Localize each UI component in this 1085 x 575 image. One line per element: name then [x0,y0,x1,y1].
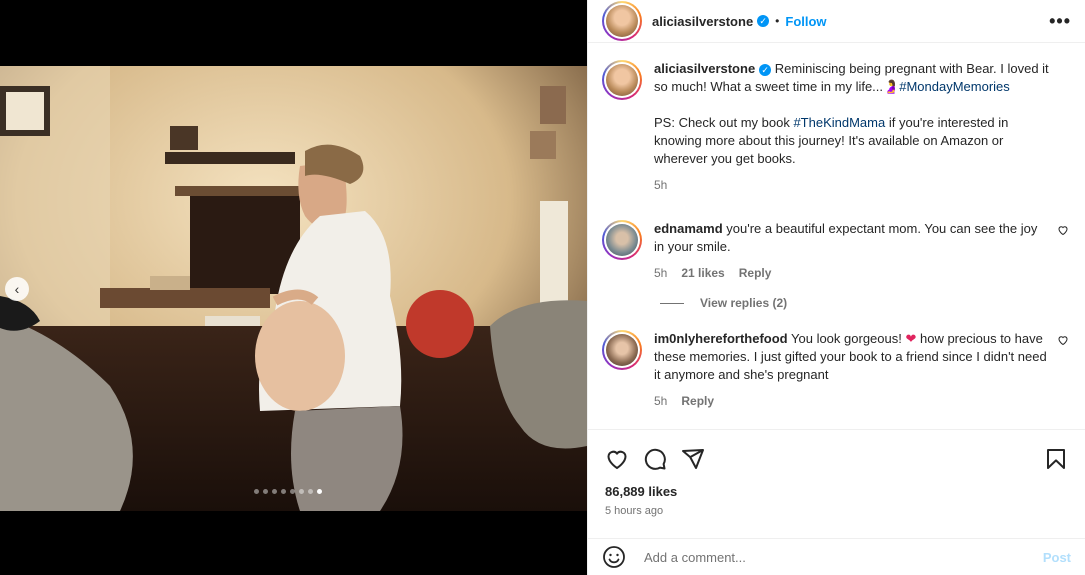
view-replies-button[interactable]: View replies (2) [660,296,1071,310]
comment-body: ednamamd you're a beautiful expectant mo… [654,220,1071,282]
caption-text-2: PS: Check out my book [654,115,794,130]
carousel-dot [281,489,286,494]
comment-bubble-icon[interactable] [640,444,670,474]
post-side-panel: aliciasilverstone ✓ • Follow ••• alicias… [587,0,1085,575]
chevron-left-icon: ‹ [14,281,20,297]
add-comment-bar: Post [588,538,1085,575]
like-comment-heart-icon[interactable] [1057,224,1069,239]
post-comment-button[interactable]: Post [1043,550,1071,565]
commenter-avatar[interactable] [602,220,642,260]
view-replies-label: View replies (2) [700,296,788,310]
like-count[interactable]: 86,889 likes [605,484,677,499]
reply-button[interactable]: Reply [681,392,714,410]
emoji-smiley-icon[interactable] [602,545,626,569]
comment-time[interactable]: 5h [654,264,667,282]
caption-meta: 5h [654,176,1049,194]
comment-likes[interactable]: 21 likes [681,264,724,282]
commenter-avatar[interactable] [602,330,642,370]
instagram-post-modal: ‹ aliciasilverstone ✓ • Follow ••• alici… [0,0,1085,575]
caption-body: aliciasilverstone ✓ Reminiscing being pre… [654,60,1071,194]
comment-meta: 5h Reply [654,392,1049,410]
carousel-dot [254,489,259,494]
comment-body: im0nlyhereforthefood You look gorgeous! … [654,330,1071,410]
carousel-dot [308,489,313,494]
post-header: aliciasilverstone ✓ • Follow ••• [588,0,1085,43]
previous-photo-button[interactable]: ‹ [5,277,29,301]
carousel-dot [317,489,322,494]
reply-button[interactable]: Reply [739,264,772,282]
save-bookmark-icon[interactable] [1041,444,1071,474]
separator: • [775,14,780,28]
comment-text: You look gorgeous! [791,331,906,346]
caption-avatar[interactable] [602,60,642,100]
divider [660,302,684,304]
caption-username[interactable]: aliciasilverstone [654,61,755,76]
follow-button[interactable]: Follow [785,14,826,29]
verified-badge-icon: ✓ [757,15,770,27]
caption-time[interactable]: 5h [654,176,667,194]
commenter-username[interactable]: im0nlyhereforthefood [654,331,788,346]
commenter-username[interactable]: ednamamd [654,221,723,236]
carousel-dot [263,489,268,494]
hashtag-link[interactable]: #MondayMemories [899,79,1010,94]
add-comment-input[interactable] [644,549,1043,565]
share-paper-plane-icon[interactable] [678,444,708,474]
media-panel: ‹ [0,0,587,575]
carousel-indicator [254,489,322,494]
like-comment-heart-icon[interactable] [1057,334,1069,349]
author-avatar[interactable] [602,1,642,41]
carousel-dot [272,489,277,494]
comments-list[interactable]: aliciasilverstone ✓ Reminiscing being pre… [588,53,1085,428]
carousel-dot [290,489,295,494]
post-timestamp[interactable]: 5 hours ago [605,505,663,517]
hashtag-link[interactable]: #TheKindMama [793,115,885,130]
author-username[interactable]: aliciasilverstone [652,14,753,29]
carousel-dot [299,489,304,494]
caption: aliciasilverstone ✓ Reminiscing being pre… [602,60,1071,194]
comment: ednamamd you're a beautiful expectant mo… [602,220,1071,282]
post-photo[interactable] [0,66,587,511]
comment-time[interactable]: 5h [654,392,667,410]
more-options-icon[interactable]: ••• [1049,12,1071,30]
comment: im0nlyhereforthefood You look gorgeous! … [602,330,1071,410]
verified-badge-icon: ✓ [759,63,772,76]
comment-meta: 5h 21 likes Reply [654,264,1049,282]
pregnant-emoji-icon: 🤰 [883,79,900,94]
action-bar [588,429,1085,487]
red-heart-emoji-icon: ❤ [905,331,917,346]
like-heart-icon[interactable] [602,444,632,474]
